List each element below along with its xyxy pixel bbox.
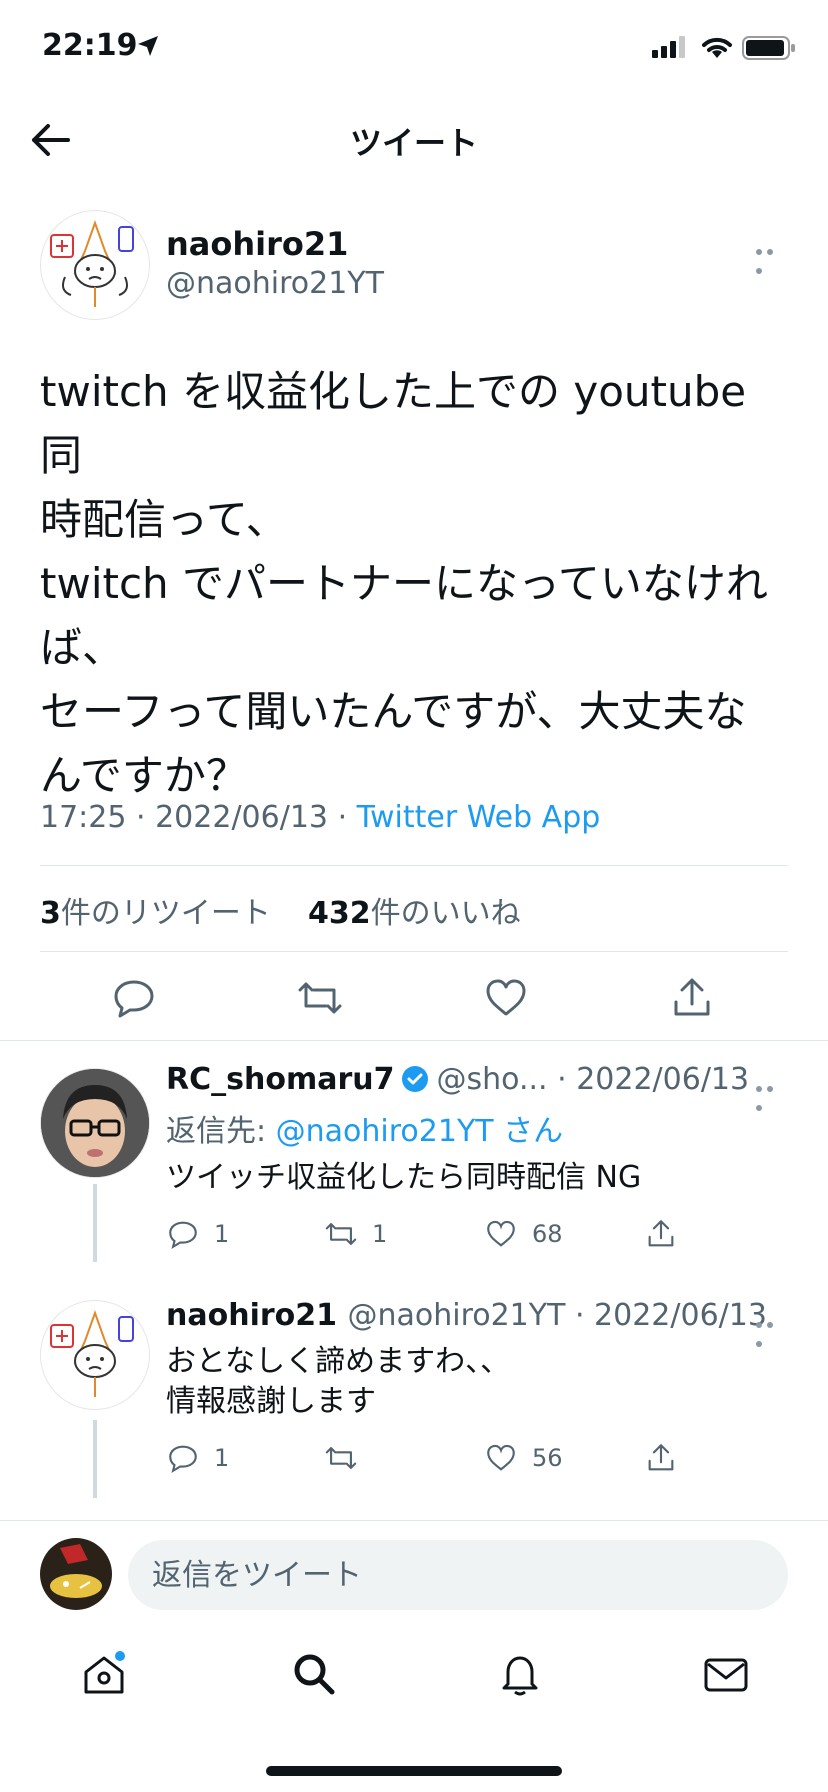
search-icon[interactable]: [290, 1650, 338, 1698]
reply-text: ツイッチ収益化したら同時配信 NG: [166, 1160, 642, 1195]
retweet-action[interactable]: [324, 1438, 372, 1478]
divider: [40, 951, 788, 952]
tweet-source[interactable]: Twitter Web App: [357, 800, 601, 835]
reply-icon: [169, 1445, 197, 1473]
divider: [0, 1040, 828, 1041]
author-handle[interactable]: @naohiro21YT: [166, 266, 384, 301]
reply-author-name: RC_shomaru7: [166, 1062, 395, 1097]
avatar[interactable]: [40, 1068, 150, 1178]
avatar[interactable]: [40, 1300, 150, 1410]
like-label: 件のいいね: [370, 896, 521, 931]
reply-author[interactable]: naohiro21 @naohiro21YT · 2022/06/13: [166, 1298, 767, 1333]
notifications-icon[interactable]: [496, 1650, 544, 1698]
share-icon: [648, 1444, 674, 1471]
reply-date: 2022/06/13: [576, 1062, 750, 1097]
page-title: ツイート: [349, 124, 478, 162]
reply-author-handle: @sho...: [436, 1062, 548, 1097]
tweet-text: twitch を収益化した上での youtube 同 時配信って、 twitch…: [40, 367, 768, 800]
divider: [40, 865, 788, 866]
signal-icon: [652, 36, 685, 58]
tweet-meta: 17:25 · 2022/06/13 · Twitter Web App: [40, 800, 601, 835]
battery-icon: [742, 36, 795, 60]
more-icon[interactable]: [756, 1077, 788, 1111]
retweet-action[interactable]: 1: [324, 1214, 387, 1254]
like-action[interactable]: 56: [484, 1438, 563, 1478]
like-icon[interactable]: [482, 974, 530, 1022]
reply-text: おとなしく諦めますわ、、 情報感謝します: [166, 1344, 511, 1419]
home-icon[interactable]: [80, 1650, 128, 1698]
retweet-label: 件のリツイート: [60, 896, 271, 931]
retweet-count: 3: [40, 896, 61, 931]
like-action[interactable]: 68: [484, 1214, 563, 1254]
reply-action[interactable]: 1: [166, 1214, 229, 1254]
like-count: 432: [307, 896, 371, 931]
tweet-time: 17:25: [40, 800, 127, 835]
reply-count: 1: [214, 1220, 230, 1248]
verified-icon: [402, 1066, 429, 1092]
current-user-avatar[interactable]: [40, 1538, 112, 1610]
location-arrow-icon: [138, 36, 158, 56]
like-count: 56: [532, 1444, 563, 1472]
wifi-icon: [702, 37, 732, 58]
tweet-stats: 3件のリツイート 432件のいいね: [40, 888, 521, 932]
reply-date: 2022/06/13: [594, 1298, 767, 1333]
like-icon: [487, 1220, 515, 1247]
avatar[interactable]: [40, 210, 150, 320]
thread-line: [93, 1420, 97, 1498]
retweet-icon: [325, 1447, 357, 1469]
reply-action[interactable]: 1: [166, 1438, 229, 1478]
like-count: 68: [532, 1220, 563, 1248]
retweet-icon: [325, 1223, 357, 1245]
divider: [0, 1520, 828, 1521]
share-action[interactable]: [644, 1438, 678, 1478]
reply-to: 返信先: @naohiro21YT さん: [166, 1106, 563, 1150]
retweet-stat[interactable]: 3件のリツイート: [40, 896, 271, 931]
status-time: 22:19: [42, 28, 138, 63]
reply-input[interactable]: [128, 1540, 788, 1610]
reply-icon: [169, 1221, 197, 1249]
share-icon[interactable]: [668, 974, 716, 1022]
reply-author-handle: @naohiro21YT: [347, 1298, 566, 1333]
reply-author[interactable]: RC_shomaru7 @sho... · 2022/06/13: [166, 1062, 749, 1097]
share-action[interactable]: [644, 1214, 678, 1254]
thread-line: [93, 1184, 97, 1262]
more-icon[interactable]: [756, 240, 788, 274]
like-stat[interactable]: 432件のいいね: [308, 896, 521, 931]
retweet-count: 1: [372, 1220, 388, 1248]
author-name[interactable]: naohiro21: [166, 225, 348, 263]
more-icon[interactable]: [756, 1313, 788, 1347]
reply-to-label: 返信先:: [166, 1114, 267, 1149]
retweet-icon[interactable]: [296, 974, 344, 1022]
reply-author-name: naohiro21: [166, 1298, 338, 1333]
tweet-date: 2022/06/13: [155, 800, 329, 835]
reply-to-mention[interactable]: @naohiro21YT さん: [276, 1114, 564, 1149]
reply-icon[interactable]: [110, 974, 158, 1022]
messages-icon[interactable]: [702, 1650, 750, 1698]
like-icon: [487, 1444, 515, 1471]
reply-count: 1: [214, 1444, 230, 1472]
share-icon: [648, 1220, 674, 1247]
home-indicator: [266, 1766, 562, 1776]
